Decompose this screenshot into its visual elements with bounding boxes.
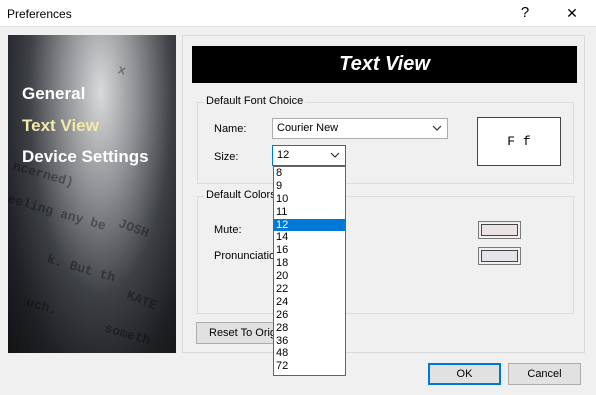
chevron-down-icon xyxy=(330,152,340,158)
font-size-option[interactable]: 12 xyxy=(274,218,345,232)
font-size-option[interactable]: 26 xyxy=(274,309,345,322)
font-size-label: Size: xyxy=(214,151,239,163)
mute-color-button[interactable] xyxy=(478,221,521,239)
sidebar-bg-text: JOSH xyxy=(116,216,151,241)
font-group-legend: Default Font Choice xyxy=(204,95,306,107)
sidebar-bg-text: eeling any be xyxy=(8,191,108,234)
pronunciation-color-button[interactable] xyxy=(478,247,521,265)
close-icon[interactable]: ✕ xyxy=(558,2,586,24)
sidebar-bg-text: KATE xyxy=(124,287,159,314)
cancel-button[interactable]: Cancel xyxy=(508,363,581,385)
sidebar-item-device-settings[interactable]: Device Settings xyxy=(22,147,149,167)
font-name-label: Name: xyxy=(214,123,247,135)
font-size-option[interactable]: 72 xyxy=(274,360,345,373)
font-size-option[interactable]: 36 xyxy=(274,335,345,348)
font-size-option[interactable]: 10 xyxy=(274,193,345,206)
mute-label: Mute: xyxy=(214,224,242,236)
font-size-option[interactable]: 16 xyxy=(274,244,345,257)
font-size-option[interactable]: 24 xyxy=(274,296,345,309)
window-title: Preferences xyxy=(7,7,72,21)
font-size-option[interactable]: 8 xyxy=(274,167,345,180)
font-size-option[interactable]: 11 xyxy=(274,206,345,219)
font-name-select[interactable]: Courier New xyxy=(272,118,448,139)
mute-color-swatch xyxy=(481,224,518,236)
sidebar-item-general[interactable]: General xyxy=(22,84,85,104)
font-size-value: 12 xyxy=(277,149,290,161)
font-size-option[interactable]: 20 xyxy=(274,270,345,283)
font-size-dropdown-list[interactable]: 8 9 10 11 12 14 16 18 20 22 24 26 28 36 48 72 xyxy=(273,166,346,376)
font-size-select[interactable]: 12 xyxy=(272,145,346,166)
help-icon[interactable]: ? xyxy=(512,2,538,24)
chevron-down-icon xyxy=(432,125,442,131)
ok-button[interactable]: OK xyxy=(428,363,501,385)
font-preview: F f xyxy=(477,117,561,166)
font-size-option[interactable]: 9 xyxy=(274,180,345,193)
font-size-option[interactable]: 28 xyxy=(274,322,345,335)
sidebar-item-text-view[interactable]: Text View xyxy=(22,116,99,136)
pronunciation-color-swatch xyxy=(481,250,518,262)
font-size-option[interactable]: 14 xyxy=(274,231,345,244)
sidebar-bg-text: x xyxy=(116,62,128,79)
colors-group-legend: Default Colors xyxy=(204,189,278,201)
sidebar: x ncerned) eeling any be JOSH k. But th … xyxy=(8,35,176,353)
font-name-value: Courier New xyxy=(277,122,339,134)
font-size-option[interactable]: 18 xyxy=(274,257,345,270)
title-bar: Preferences ? ✕ xyxy=(0,0,596,27)
page-title: Text View xyxy=(192,46,577,83)
sidebar-bg-text: k. But th xyxy=(45,251,117,286)
font-size-option[interactable]: 22 xyxy=(274,283,345,296)
sidebar-bg-text: someth xyxy=(102,320,152,349)
font-size-option[interactable]: 48 xyxy=(274,347,345,360)
sidebar-bg-text: uch. xyxy=(24,294,59,319)
